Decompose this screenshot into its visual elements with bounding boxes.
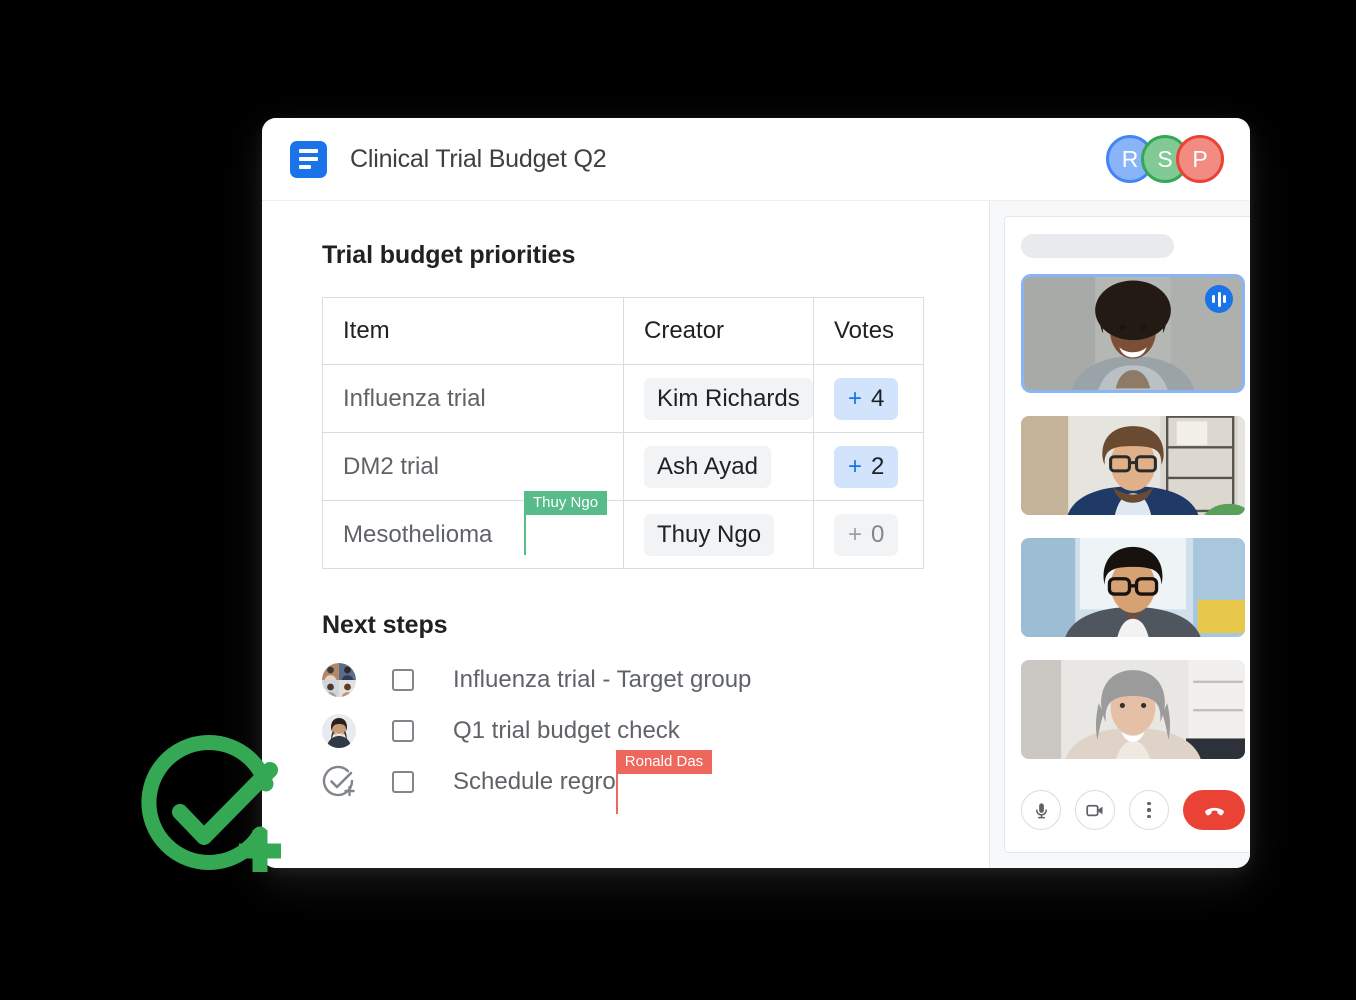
document-pane[interactable]: Trial budget priorities Item Creator Vot… [262,201,989,868]
call-card [1004,216,1250,853]
task-checkbox[interactable] [392,668,414,691]
list-item: Influenza trial - Target group [322,654,989,705]
table-row: Mesothelioma Thuy Ngo Thuy Ngo +0 [322,491,924,569]
document-icon[interactable] [290,140,327,178]
meeting-title-placeholder [1021,234,1174,259]
priorities-table: Item Creator Votes Influenza trial Kim R… [322,297,924,569]
creator-chip[interactable]: Thuy Ngo [644,513,775,556]
collaborator-caret-label: Ronald Das [615,749,713,774]
page-title: Trial budget priorities [322,241,576,269]
call-controls [1021,782,1245,852]
video-tile-participant-4[interactable] [1021,659,1245,760]
vote-count: 4 [871,384,885,412]
cell-votes: +2 [813,432,924,501]
screenshot-root: Clinical Trial Budget Q2 R S P Trial bud… [0,0,1356,1000]
cell-creator: Ash Ayad [623,432,814,501]
camera-button[interactable] [1075,790,1115,831]
table-row: DM2 trial Ash Ayad +2 [322,432,924,501]
vote-chip[interactable]: +4 [834,377,899,420]
column-header-item: Item [322,297,624,365]
document-title[interactable]: Clinical Trial Budget Q2 [350,145,607,174]
list-item: Q1 trial budget check [322,705,989,756]
task-checkbox[interactable] [392,719,414,742]
list-item-label[interactable]: Schedule regro Ronald Das [453,749,713,814]
cell-creator: Kim Richards [623,364,814,433]
collaborator-caret-thuy-ngo: Thuy Ngo [524,491,608,555]
cell-votes: +0 [813,500,924,569]
more-options-button[interactable] [1129,790,1169,831]
vote-plus-sign: + [848,452,863,480]
creator-chip[interactable]: Kim Richards [644,377,813,420]
cell-item[interactable]: Influenza trial [322,364,624,433]
cell-item[interactable]: Mesothelioma Thuy Ngo [322,491,624,569]
vote-chip[interactable]: +0 [834,513,899,556]
list-item: Schedule regro Ronald Das [322,749,989,814]
next-steps-title: Next steps [322,611,448,639]
column-header-creator: Creator [623,297,814,365]
collaborator-avatars: R S P [1106,135,1224,183]
circle-check-plus-icon [133,728,293,888]
vote-plus-sign: + [848,520,863,548]
video-tile-participant-3[interactable] [1021,537,1245,637]
document-header: Clinical Trial Budget Q2 R S P [262,118,1250,201]
window-body: Trial budget priorities Item Creator Vot… [262,201,1250,868]
microphone-button[interactable] [1021,790,1061,831]
video-tile-participant-1[interactable] [1021,274,1245,393]
column-header-votes: Votes [813,297,924,365]
assign-task-icon[interactable] [322,765,356,799]
end-call-button[interactable] [1183,790,1245,831]
cell-creator: Thuy Ngo [623,500,814,569]
vote-count: 2 [871,452,885,480]
audio-wave-icon [1205,285,1233,314]
task-checkbox[interactable] [392,770,414,793]
list-item-label[interactable]: Q1 trial budget check [453,717,680,745]
video-call-pane [989,201,1250,868]
table-header-row: Item Creator Votes [322,297,924,365]
list-item-label[interactable]: Influenza trial - Target group [453,666,751,694]
table-row: Influenza trial Kim Richards +4 [322,364,924,433]
next-steps-list: Influenza trial - Target group Q1 trial … [322,654,989,814]
collaborator-caret-ronald-das: Ronald Das [615,749,713,814]
avatar-p[interactable]: P [1176,135,1224,183]
creator-chip[interactable]: Ash Ayad [644,445,771,488]
app-window: Clinical Trial Budget Q2 R S P Trial bud… [262,118,1250,868]
person-avatar[interactable] [322,713,356,748]
cell-votes: +4 [813,364,924,433]
group-avatar[interactable] [322,662,356,697]
video-tile-participant-2[interactable] [1021,415,1245,515]
collaborator-caret-label: Thuy Ngo [524,491,608,515]
vote-chip[interactable]: +2 [834,445,899,488]
vote-plus-sign: + [848,384,863,412]
vote-count: 0 [871,520,885,548]
list-item-text: Schedule regro [453,767,616,795]
kebab-menu-icon [1147,801,1151,819]
cell-item-text: Mesothelioma [343,520,493,548]
